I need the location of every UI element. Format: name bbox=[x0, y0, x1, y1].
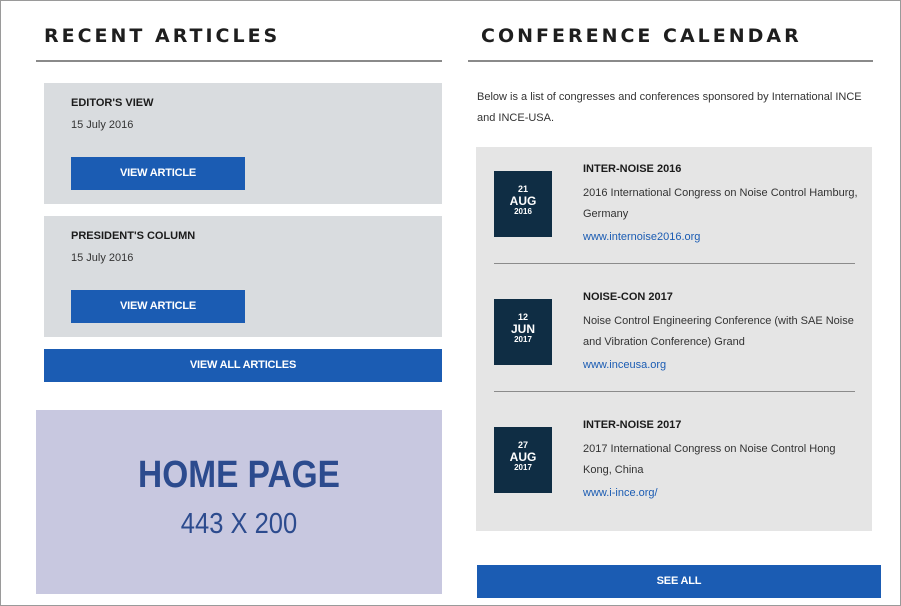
view-article-button[interactable]: VIEW ARTICLE bbox=[71, 290, 245, 323]
event-date-badge: 21 AUG 2016 bbox=[494, 171, 552, 237]
view-all-articles-button[interactable]: VIEW ALL ARTICLES bbox=[44, 349, 442, 382]
event-website-link[interactable]: www.i-ince.org/ bbox=[583, 487, 658, 499]
see-all-button[interactable]: SEE ALL bbox=[477, 565, 881, 598]
event-date-badge: 12 JUN 2017 bbox=[494, 299, 552, 365]
event-description: Noise Control Engineering Conference (wi… bbox=[583, 315, 854, 348]
event-name: INTER-NOISE 2017 bbox=[583, 419, 682, 431]
ad-placeholder-title: HOME PAGE bbox=[138, 454, 340, 496]
conference-calendar-divider bbox=[468, 60, 873, 62]
article-card: EDITOR'S VIEW 15 July 2016 VIEW ARTICLE bbox=[44, 83, 442, 204]
view-article-button[interactable]: VIEW ARTICLE bbox=[71, 157, 245, 190]
event-year: 2017 bbox=[514, 335, 532, 344]
event-name: NOISE-CON 2017 bbox=[583, 291, 673, 303]
event-date-badge: 27 AUG 2017 bbox=[494, 427, 552, 493]
event-month: AUG bbox=[509, 450, 537, 464]
article-date: 15 July 2016 bbox=[71, 252, 134, 264]
event-item: 21 AUG 2016 INTER-NOISE 2016 2016 Intern… bbox=[476, 147, 872, 273]
event-website-link[interactable]: www.internoise2016.org bbox=[583, 231, 700, 243]
ad-placeholder: HOME PAGE 443 X 200 bbox=[36, 410, 442, 594]
events-list: 21 AUG 2016 INTER-NOISE 2016 2016 Intern… bbox=[476, 147, 872, 531]
event-name: INTER-NOISE 2016 bbox=[583, 163, 682, 175]
page-frame: RECENT ARTICLES EDITOR'S VIEW 15 July 20… bbox=[0, 0, 901, 606]
recent-articles-divider bbox=[36, 60, 442, 62]
article-title: EDITOR'S VIEW bbox=[71, 97, 154, 109]
event-website-link[interactable]: www.inceusa.org bbox=[583, 359, 666, 371]
conference-calendar-heading: CONFERENCE CALENDAR bbox=[481, 25, 802, 47]
ad-placeholder-size: 443 X 200 bbox=[180, 508, 298, 540]
event-month: AUG bbox=[509, 194, 537, 208]
event-item: 27 AUG 2017 INTER-NOISE 2017 2017 Intern… bbox=[476, 403, 872, 529]
event-year: 2017 bbox=[514, 463, 532, 472]
event-year: 2016 bbox=[514, 207, 532, 216]
recent-articles-heading: RECENT ARTICLES bbox=[44, 25, 281, 47]
event-item: 12 JUN 2017 NOISE-CON 2017 Noise Control… bbox=[476, 275, 872, 401]
event-description: 2016 International Congress on Noise Con… bbox=[583, 187, 858, 220]
article-date: 15 July 2016 bbox=[71, 119, 134, 131]
event-divider bbox=[494, 263, 855, 264]
article-card: PRESIDENT'S COLUMN 15 July 2016 VIEW ART… bbox=[44, 216, 442, 337]
calendar-intro-text: Below is a list of congresses and confer… bbox=[477, 91, 862, 124]
event-month: JUN bbox=[510, 322, 535, 336]
article-title: PRESIDENT'S COLUMN bbox=[71, 230, 196, 242]
event-description: 2017 International Congress on Noise Con… bbox=[583, 443, 836, 476]
event-divider bbox=[494, 391, 855, 392]
